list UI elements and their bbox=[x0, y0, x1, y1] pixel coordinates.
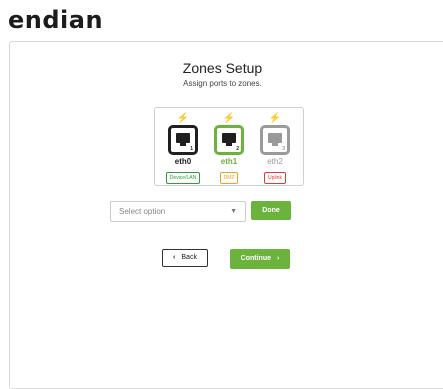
port-eth1[interactable]: ⚡ 2 eth1 DMZ bbox=[209, 114, 249, 184]
zone-badge: Uplink bbox=[264, 172, 286, 184]
port-number: 3 bbox=[282, 146, 285, 152]
continue-button[interactable]: Continue › bbox=[230, 249, 290, 269]
power-icon: ⚡ bbox=[176, 113, 190, 124]
zone-badge: DMZ bbox=[219, 172, 239, 184]
port-number: 1 bbox=[190, 146, 193, 152]
port-name: eth0 bbox=[174, 157, 192, 166]
chevron-left-icon: ‹ bbox=[173, 254, 176, 262]
port-eth0[interactable]: ⚡ 1 eth0 Device/LAN bbox=[163, 114, 203, 184]
port-name: eth1 bbox=[220, 157, 238, 166]
port-eth2[interactable]: ⚡ 3 eth2 Uplink bbox=[255, 114, 295, 184]
top-header: endian bbox=[0, 0, 443, 39]
done-button[interactable]: Done bbox=[251, 201, 291, 220]
continue-label: Continue bbox=[240, 255, 271, 263]
wizard-panel: Zones Setup Assign ports to zones. ⚡ 1 e… bbox=[9, 41, 443, 389]
select-placeholder: Select option bbox=[119, 207, 166, 216]
endian-logo: endian bbox=[8, 6, 104, 34]
port-name: eth2 bbox=[267, 157, 283, 166]
port-number: 2 bbox=[236, 146, 239, 152]
back-button[interactable]: ‹ Back bbox=[162, 249, 208, 267]
zone-badge: Device/LAN bbox=[165, 172, 201, 184]
page-title: Zones Setup bbox=[182, 60, 263, 76]
ethernet-port-icon: 2 bbox=[214, 125, 244, 155]
chevron-right-icon: › bbox=[276, 255, 280, 263]
power-icon: ⚡ bbox=[268, 113, 282, 124]
back-label: Back bbox=[181, 254, 197, 262]
chevron-down-icon: ▼ bbox=[230, 208, 237, 215]
page-subtitle: Assign ports to zones. bbox=[183, 79, 262, 88]
power-icon: ⚡ bbox=[222, 113, 236, 124]
ethernet-port-icon: 3 bbox=[260, 125, 290, 155]
ethernet-port-icon: 1 bbox=[168, 125, 198, 155]
ports-panel: ⚡ 1 eth0 Device/LAN ⚡ 2 eth1 DMZ ⚡ 3 eth… bbox=[154, 107, 304, 186]
zone-select[interactable]: Select option ▼ bbox=[110, 201, 246, 222]
